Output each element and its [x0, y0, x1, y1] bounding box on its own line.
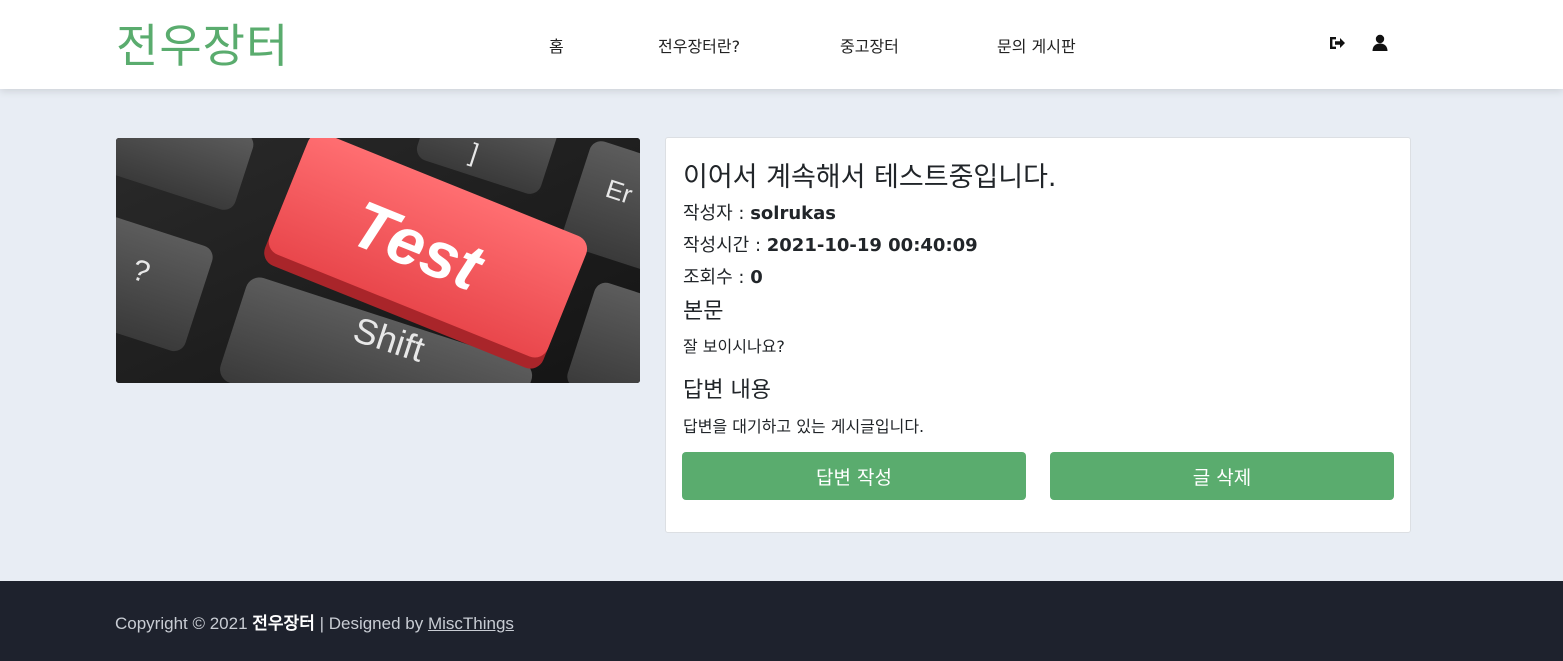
- post-image: Test Shift ? ] Er: [116, 138, 640, 383]
- nav-inquiry-board[interactable]: 문의 게시판: [997, 33, 1076, 57]
- body-heading: 본문: [683, 299, 724, 324]
- user-icon[interactable]: [1370, 33, 1390, 53]
- footer-brand: 전우장터: [252, 614, 315, 633]
- post-detail-card: 이어서 계속해서 테스트중입니다. 작성자 : solrukas 작성시간 : …: [665, 137, 1411, 533]
- footer-middle: | Designed by: [314, 614, 428, 633]
- nav-market[interactable]: 중고장터: [840, 33, 899, 57]
- post-title: 이어서 계속해서 테스트중입니다.: [683, 162, 1057, 193]
- post-author: 작성자 : solrukas: [683, 199, 836, 225]
- post-body: 잘 보이시나요?: [683, 337, 785, 356]
- post-time: 작성시간 : 2021-10-19 00:40:09: [683, 231, 978, 257]
- delete-post-button[interactable]: 글 삭제: [1050, 452, 1394, 500]
- nav-about[interactable]: 전우장터란?: [658, 33, 740, 57]
- answer-body: 답변을 대기하고 있는 게시글입니다.: [683, 417, 925, 436]
- time-value: 2021-10-19 00:40:09: [766, 235, 978, 256]
- footer-prefix: Copyright © 2021: [115, 614, 253, 633]
- site-header: 전우장터 홈 전우장터란? 중고장터 문의 게시판: [0, 0, 1563, 89]
- answer-heading: 답변 내용: [683, 378, 771, 403]
- footer-copyright: Copyright © 2021 전우장터 | Designed by Misc…: [115, 609, 514, 634]
- time-label: 작성시간 :: [683, 235, 767, 256]
- logout-icon[interactable]: [1327, 33, 1347, 53]
- views-value: 0: [750, 267, 763, 288]
- views-label: 조회수 :: [683, 267, 751, 288]
- author-label: 작성자 :: [683, 203, 751, 224]
- post-views: 조회수 : 0: [683, 263, 763, 289]
- designer-link[interactable]: MiscThings: [428, 614, 514, 633]
- site-logo[interactable]: 전우장터: [116, 10, 289, 76]
- nav-home[interactable]: 홈: [549, 33, 564, 57]
- site-footer: Copyright © 2021 전우장터 | Designed by Misc…: [0, 581, 1563, 661]
- write-answer-button[interactable]: 답변 작성: [682, 452, 1026, 500]
- author-value: solrukas: [750, 203, 836, 224]
